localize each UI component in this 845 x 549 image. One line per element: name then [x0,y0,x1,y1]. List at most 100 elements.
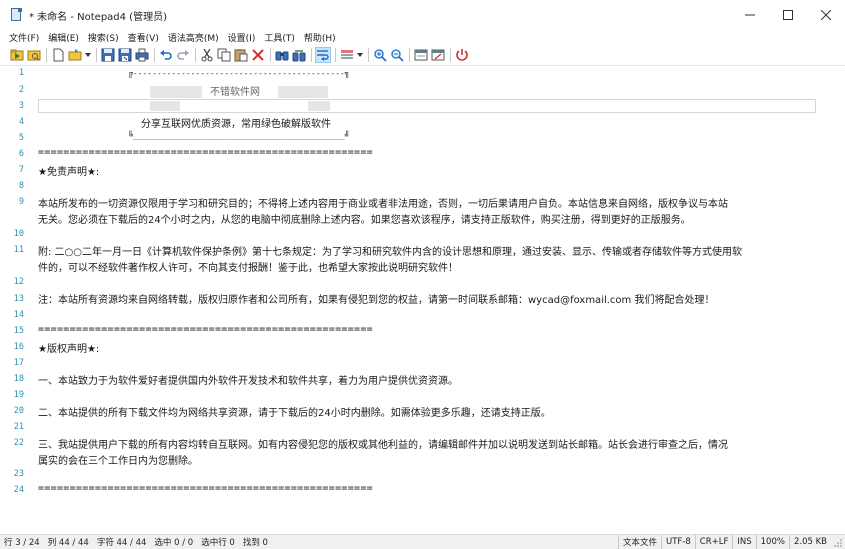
zoom-out-icon [391,49,404,62]
edit-scheme-button[interactable] [430,47,446,63]
replace-button[interactable] [291,47,307,63]
copyright-heading: ★版权声明★: [38,344,100,355]
line-number: 7 [18,165,24,175]
word-wrap-icon [317,50,329,61]
toolbar [0,45,845,65]
line-number: 24 [13,485,24,495]
menu-settings[interactable]: 设置(I) [228,31,256,44]
line-number: 16 [13,342,24,352]
disclaimer-heading: ★免责声明★: [38,167,100,178]
disclaimer-paragraph-1: 本站所发布的一切资源仅限用于学习和研究目的；不得将上述内容用于商业或者非法用途，… [38,199,728,210]
cut-button[interactable] [199,47,215,63]
toolbar-separator [195,48,196,62]
separator-line: ========================================… [38,147,373,158]
save-button[interactable] [100,47,116,63]
status-encoding[interactable]: UTF-8 [661,534,695,549]
status-zoom[interactable]: 100% [755,534,789,549]
line-number: 23 [13,469,24,479]
status-chars: 字符 44 / 44 [96,538,147,548]
delete-button[interactable] [250,47,266,63]
line-number: 14 [13,310,24,320]
copyright-item-2: 二、本站提供的所有下载文件均为网络共享资源，请于下载后的24小时内删除。如需体验… [38,408,551,419]
line-number: 2 [18,85,24,95]
line-number: 21 [13,422,24,432]
line-number: 17 [13,358,24,368]
site-title: 不错软件网 [210,87,260,98]
status-file-type[interactable]: 文本文件 [617,534,661,549]
browse-dropdown[interactable] [84,47,91,63]
line-number: 6 [18,149,24,159]
status-selection: 选中 0 / 0 [154,538,194,548]
exit-button[interactable] [454,47,470,63]
line-number: 4 [18,117,24,127]
open-button[interactable] [26,47,42,63]
resize-grip-icon[interactable] [833,538,843,548]
word-wrap-button[interactable] [315,47,331,63]
menu-search[interactable]: 搜索(S) [88,31,119,44]
redo-button[interactable] [175,47,191,63]
status-eol[interactable]: CR+LF [694,534,733,549]
line-number: 3 [18,101,24,111]
edit-scheme-icon [431,49,445,61]
menu-view[interactable]: 查看(V) [128,31,159,44]
contact-note: 注：本站所有资源均来自网络转载，版权归原作者和公司所有，如果有侵犯到您的权益，请… [38,295,715,306]
save-as-button[interactable] [117,47,133,63]
open-folder-icon [27,50,41,61]
paste-button[interactable] [233,47,249,63]
cut-icon [201,48,213,62]
minimize-button[interactable] [731,0,769,30]
find-icon [275,51,289,61]
status-line[interactable]: 行 3 / 24 [0,535,44,549]
status-column: 列 44 / 44 [47,538,89,548]
maximize-icon [783,10,793,20]
menu-tools[interactable]: 工具(T) [264,31,295,44]
copy-icon [217,48,231,62]
scheme-button[interactable] [339,47,355,63]
run-icon [10,49,24,61]
editor-area[interactable]: 1 2 3 4 5 6 7 8 9 10 11 12 13 14 15 16 1… [0,65,845,534]
menu-edit[interactable]: 编辑(E) [48,31,79,44]
toolbar-separator [409,48,410,62]
close-icon [821,10,831,20]
browse-button[interactable] [67,47,83,63]
separator-line: ========================================… [38,324,373,335]
find-button[interactable] [274,47,290,63]
scheme-icon [341,50,353,59]
zoom-in-button[interactable] [372,47,388,63]
scheme-dropdown[interactable] [356,47,363,63]
menu-scheme[interactable]: 语法高亮(M) [168,31,219,44]
text-content[interactable]: ╔---------------------------------------… [38,66,828,534]
maximize-button[interactable] [769,0,807,30]
settings-button[interactable] [413,47,429,63]
menu-file[interactable]: 文件(F) [9,31,39,44]
zoom-out-button[interactable] [389,47,405,63]
close-button[interactable] [807,0,845,30]
print-button[interactable] [134,47,150,63]
disclaimer-paragraph-2-wrap: 件的，可以不经软件著作权人许可，不向其支付报酬！鉴于此，也希望大家按此说明研究软… [38,263,458,274]
copy-button[interactable] [216,47,232,63]
disclaimer-paragraph-1-wrap: 无关。您必须在下载后的24个小时之内，从您的电脑中彻底删除上述内容。如果您喜欢该… [38,215,691,226]
line-number: 12 [13,277,24,287]
line-number-gutter: 1 2 3 4 5 6 7 8 9 10 11 12 13 14 15 16 1… [0,66,28,534]
line-number: 11 [13,245,24,255]
run-button[interactable] [9,47,25,63]
new-button[interactable] [50,47,66,63]
toolbar-separator [154,48,155,62]
undo-button[interactable] [158,47,174,63]
exit-icon [456,49,468,61]
notepad-app-icon[interactable] [10,8,23,22]
box-bottom-border: ╚_______________________________________… [128,131,350,140]
box-top-border: ╔---------------------------------------… [128,69,350,78]
status-ins[interactable]: INS [732,534,755,549]
zoom-in-icon [374,49,387,62]
line-number: 13 [13,294,24,304]
toolbar-separator [335,48,336,62]
menu-help[interactable]: 帮助(H) [304,31,336,44]
line-number: 22 [13,438,24,448]
line-number: 5 [18,133,24,143]
line-number: 1 [18,68,24,78]
toolbar-separator [46,48,47,62]
save-as-icon [118,48,132,62]
status-selected-lines: 选中行 0 [201,538,235,548]
disclaimer-paragraph-2: 附: 二○○二年一月一日《计算机软件保护条例》第十七条规定：为了学习和研究软件内… [38,247,742,258]
